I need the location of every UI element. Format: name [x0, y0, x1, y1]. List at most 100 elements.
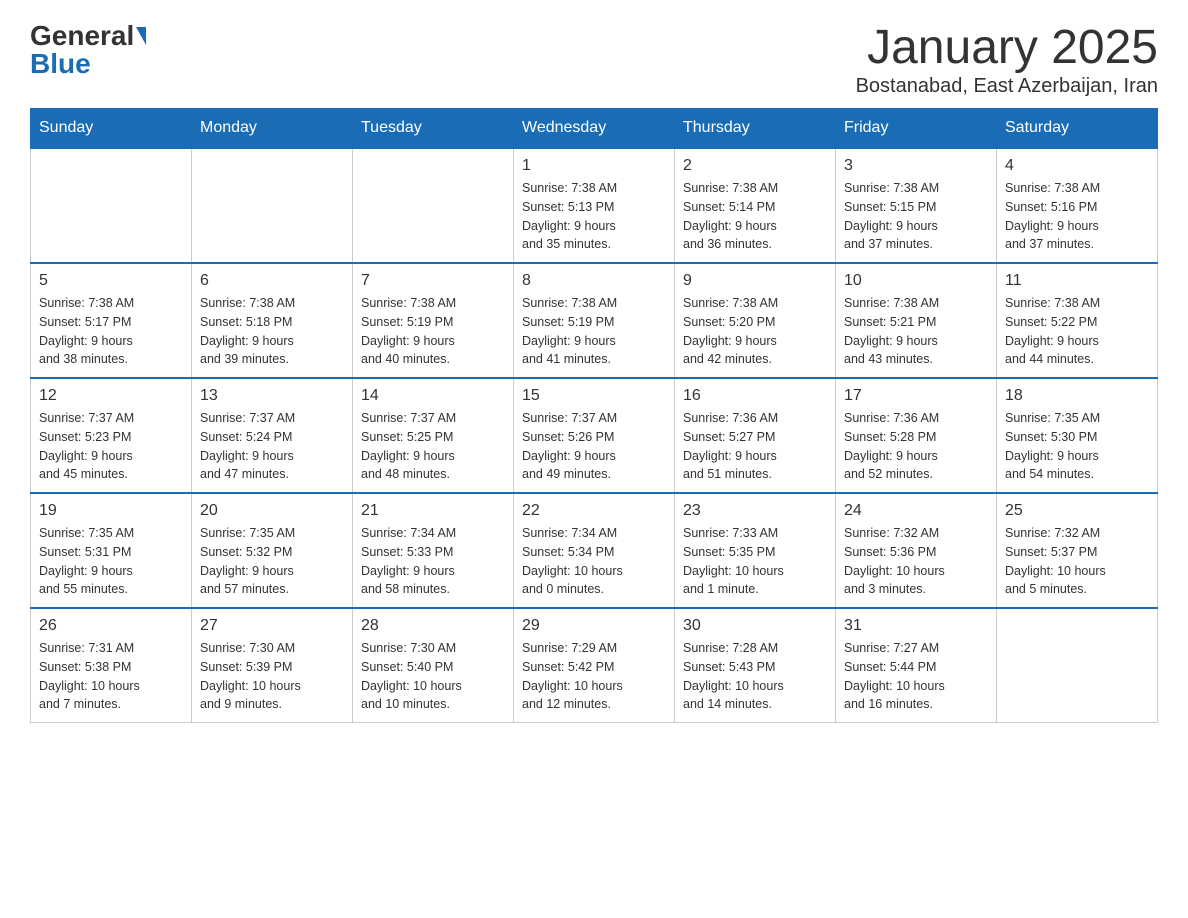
day-number: 15 [522, 387, 666, 405]
day-info: Sunrise: 7:38 AM Sunset: 5:13 PM Dayligh… [522, 179, 666, 254]
calendar-header-thursday: Thursday [675, 109, 836, 149]
day-number: 18 [1005, 387, 1149, 405]
calendar-cell: 1 Sunrise: 7:38 AM Sunset: 5:13 PM Daylig… [514, 148, 675, 263]
calendar-cell: 13 Sunrise: 7:37 AM Sunset: 5:24 PM Dayli… [192, 378, 353, 493]
calendar-cell: 10 Sunrise: 7:38 AM Sunset: 5:21 PM Dayli… [836, 263, 997, 378]
calendar-cell: 29 Sunrise: 7:29 AM Sunset: 5:42 PM Dayli… [514, 608, 675, 723]
day-info: Sunrise: 7:34 AM Sunset: 5:33 PM Dayligh… [361, 524, 505, 599]
day-info: Sunrise: 7:36 AM Sunset: 5:28 PM Dayligh… [844, 409, 988, 484]
title-section: January 2025 Bostanabad, East Azerbaijan… [856, 20, 1158, 98]
calendar-cell: 21 Sunrise: 7:34 AM Sunset: 5:33 PM Dayli… [353, 493, 514, 608]
day-number: 16 [683, 387, 827, 405]
calendar-cell: 9 Sunrise: 7:38 AM Sunset: 5:20 PM Daylig… [675, 263, 836, 378]
day-info: Sunrise: 7:32 AM Sunset: 5:36 PM Dayligh… [844, 524, 988, 599]
day-info: Sunrise: 7:38 AM Sunset: 5:22 PM Dayligh… [1005, 294, 1149, 369]
location-text: Bostanabad, East Azerbaijan, Iran [856, 75, 1158, 98]
day-info: Sunrise: 7:37 AM Sunset: 5:25 PM Dayligh… [361, 409, 505, 484]
day-number: 14 [361, 387, 505, 405]
logo: General Blue [30, 20, 148, 80]
month-title: January 2025 [856, 20, 1158, 75]
day-info: Sunrise: 7:37 AM Sunset: 5:23 PM Dayligh… [39, 409, 183, 484]
calendar-cell: 27 Sunrise: 7:30 AM Sunset: 5:39 PM Dayli… [192, 608, 353, 723]
day-info: Sunrise: 7:38 AM Sunset: 5:15 PM Dayligh… [844, 179, 988, 254]
day-info: Sunrise: 7:37 AM Sunset: 5:24 PM Dayligh… [200, 409, 344, 484]
day-number: 13 [200, 387, 344, 405]
day-number: 24 [844, 502, 988, 520]
calendar-header-wednesday: Wednesday [514, 109, 675, 149]
calendar-table: SundayMondayTuesdayWednesdayThursdayFrid… [30, 108, 1158, 723]
calendar-cell: 17 Sunrise: 7:36 AM Sunset: 5:28 PM Dayli… [836, 378, 997, 493]
day-number: 3 [844, 157, 988, 175]
day-info: Sunrise: 7:33 AM Sunset: 5:35 PM Dayligh… [683, 524, 827, 599]
calendar-header-tuesday: Tuesday [353, 109, 514, 149]
calendar-cell: 24 Sunrise: 7:32 AM Sunset: 5:36 PM Dayli… [836, 493, 997, 608]
calendar-cell: 26Sunrise: 7:31 AM Sunset: 5:38 PM Dayli… [31, 608, 192, 723]
day-number: 11 [1005, 272, 1149, 290]
calendar-cell: 7 Sunrise: 7:38 AM Sunset: 5:19 PM Daylig… [353, 263, 514, 378]
day-info: Sunrise: 7:35 AM Sunset: 5:32 PM Dayligh… [200, 524, 344, 599]
day-info: Sunrise: 7:36 AM Sunset: 5:27 PM Dayligh… [683, 409, 827, 484]
week-row-1: 1 Sunrise: 7:38 AM Sunset: 5:13 PM Daylig… [31, 148, 1158, 263]
calendar-cell: 19 Sunrise: 7:35 AM Sunset: 5:31 PM Dayli… [31, 493, 192, 608]
day-number: 23 [683, 502, 827, 520]
day-info: Sunrise: 7:38 AM Sunset: 5:19 PM Dayligh… [361, 294, 505, 369]
calendar-header-row: SundayMondayTuesdayWednesdayThursdayFrid… [31, 109, 1158, 149]
calendar-header-sunday: Sunday [31, 109, 192, 149]
day-info: Sunrise: 7:29 AM Sunset: 5:42 PM Dayligh… [522, 639, 666, 714]
calendar-cell: 25Sunrise: 7:32 AM Sunset: 5:37 PM Dayli… [997, 493, 1158, 608]
calendar-cell: 22 Sunrise: 7:34 AM Sunset: 5:34 PM Dayli… [514, 493, 675, 608]
calendar-cell: 20 Sunrise: 7:35 AM Sunset: 5:32 PM Dayli… [192, 493, 353, 608]
day-number: 22 [522, 502, 666, 520]
day-number: 6 [200, 272, 344, 290]
calendar-cell: 11 Sunrise: 7:38 AM Sunset: 5:22 PM Dayli… [997, 263, 1158, 378]
day-info: Sunrise: 7:37 AM Sunset: 5:26 PM Dayligh… [522, 409, 666, 484]
calendar-cell: 30 Sunrise: 7:28 AM Sunset: 5:43 PM Dayli… [675, 608, 836, 723]
day-info: Sunrise: 7:31 AM Sunset: 5:38 PM Dayligh… [39, 639, 183, 714]
calendar-cell [997, 608, 1158, 723]
day-info: Sunrise: 7:38 AM Sunset: 5:14 PM Dayligh… [683, 179, 827, 254]
day-info: Sunrise: 7:35 AM Sunset: 5:30 PM Dayligh… [1005, 409, 1149, 484]
day-number: 8 [522, 272, 666, 290]
day-number: 27 [200, 617, 344, 635]
day-number: 12 [39, 387, 183, 405]
calendar-header-friday: Friday [836, 109, 997, 149]
day-number: 30 [683, 617, 827, 635]
logo-blue-text: Blue [30, 48, 91, 79]
day-info: Sunrise: 7:28 AM Sunset: 5:43 PM Dayligh… [683, 639, 827, 714]
day-info: Sunrise: 7:38 AM Sunset: 5:19 PM Dayligh… [522, 294, 666, 369]
day-number: 4 [1005, 157, 1149, 175]
day-info: Sunrise: 7:38 AM Sunset: 5:21 PM Dayligh… [844, 294, 988, 369]
week-row-3: 12 Sunrise: 7:37 AM Sunset: 5:23 PM Dayli… [31, 378, 1158, 493]
day-info: Sunrise: 7:38 AM Sunset: 5:16 PM Dayligh… [1005, 179, 1149, 254]
calendar-cell [31, 148, 192, 263]
day-info: Sunrise: 7:27 AM Sunset: 5:44 PM Dayligh… [844, 639, 988, 714]
day-number: 20 [200, 502, 344, 520]
calendar-cell: 12 Sunrise: 7:37 AM Sunset: 5:23 PM Dayli… [31, 378, 192, 493]
day-info: Sunrise: 7:38 AM Sunset: 5:20 PM Dayligh… [683, 294, 827, 369]
day-number: 7 [361, 272, 505, 290]
day-number: 17 [844, 387, 988, 405]
day-number: 29 [522, 617, 666, 635]
calendar-cell: 4 Sunrise: 7:38 AM Sunset: 5:16 PM Daylig… [997, 148, 1158, 263]
calendar-cell: 31Sunrise: 7:27 AM Sunset: 5:44 PM Dayli… [836, 608, 997, 723]
day-info: Sunrise: 7:38 AM Sunset: 5:18 PM Dayligh… [200, 294, 344, 369]
calendar-cell: 23 Sunrise: 7:33 AM Sunset: 5:35 PM Dayli… [675, 493, 836, 608]
calendar-header-monday: Monday [192, 109, 353, 149]
calendar-cell [192, 148, 353, 263]
day-info: Sunrise: 7:30 AM Sunset: 5:39 PM Dayligh… [200, 639, 344, 714]
day-number: 2 [683, 157, 827, 175]
day-number: 25 [1005, 502, 1149, 520]
day-info: Sunrise: 7:35 AM Sunset: 5:31 PM Dayligh… [39, 524, 183, 599]
day-info: Sunrise: 7:34 AM Sunset: 5:34 PM Dayligh… [522, 524, 666, 599]
day-number: 1 [522, 157, 666, 175]
day-info: Sunrise: 7:30 AM Sunset: 5:40 PM Dayligh… [361, 639, 505, 714]
day-number: 28 [361, 617, 505, 635]
day-number: 21 [361, 502, 505, 520]
day-number: 9 [683, 272, 827, 290]
day-number: 19 [39, 502, 183, 520]
calendar-cell: 8 Sunrise: 7:38 AM Sunset: 5:19 PM Daylig… [514, 263, 675, 378]
calendar-cell: 15 Sunrise: 7:37 AM Sunset: 5:26 PM Dayli… [514, 378, 675, 493]
day-number: 10 [844, 272, 988, 290]
calendar-cell: 3 Sunrise: 7:38 AM Sunset: 5:15 PM Daylig… [836, 148, 997, 263]
calendar-cell: 28 Sunrise: 7:30 AM Sunset: 5:40 PM Dayli… [353, 608, 514, 723]
